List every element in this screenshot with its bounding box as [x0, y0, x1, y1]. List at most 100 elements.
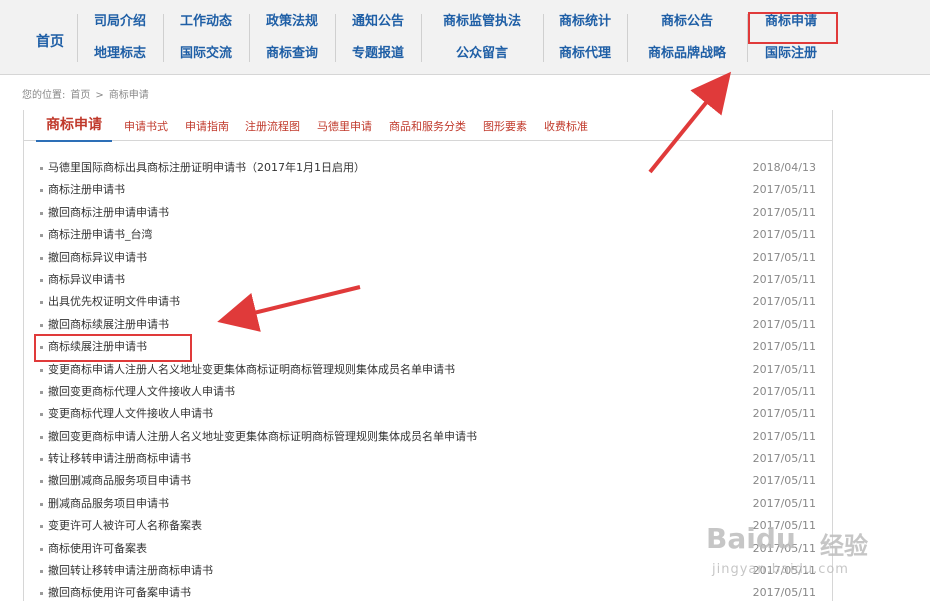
list-item[interactable]: 删减商品服务项目申请书 2017/05/11: [24, 493, 832, 515]
list-item-date: 2017/05/11: [752, 272, 816, 286]
bullet-icon: [40, 256, 43, 260]
bullet-icon: [40, 390, 43, 394]
nav-link-trademark-search[interactable]: 商标查询: [266, 44, 318, 64]
tab-registration-flowchart[interactable]: 注册流程图: [245, 118, 300, 134]
list-item[interactable]: 撤回商标异议申请书 2017/05/11: [24, 247, 832, 269]
tab-figurative-elements[interactable]: 图形要素: [483, 118, 527, 134]
nav-link-enforcement[interactable]: 商标监管执法: [443, 12, 521, 32]
tab-application-guide[interactable]: 申请指南: [185, 118, 229, 134]
list-item-title[interactable]: 撤回商标异议申请书: [48, 247, 147, 269]
nav-home-link[interactable]: 首页: [36, 31, 64, 51]
nav-link-agents[interactable]: 商标代理: [559, 44, 611, 64]
nav-link-work-news[interactable]: 工作动态: [180, 12, 232, 32]
list-item-date: 2017/05/11: [752, 519, 816, 533]
list-item[interactable]: 变更许可人被许可人名称备案表 2017/05/11: [24, 515, 832, 537]
list-item-date: 2017/05/11: [752, 228, 816, 242]
bullet-icon: [40, 211, 43, 215]
tab-madrid-application[interactable]: 马德里申请: [317, 118, 372, 134]
nav-link-notices[interactable]: 通知公告: [352, 12, 404, 32]
nav-link-public-message[interactable]: 公众留言: [456, 44, 508, 64]
list-item[interactable]: 撤回变更商标代理人文件接收人申请书 2017/05/11: [24, 381, 832, 403]
list-item[interactable]: 转让移转申请注册商标申请书 2017/05/11: [24, 448, 832, 470]
tab-goods-services-classification[interactable]: 商品和服务分类: [389, 118, 466, 134]
list-item-title[interactable]: 撤回转让移转申请注册商标申请书: [48, 560, 213, 582]
list-item[interactable]: 撤回商标注册申请申请书 2017/05/11: [24, 202, 832, 224]
list-item-title[interactable]: 撤回商标使用许可备案申请书: [48, 582, 191, 604]
list-item-title[interactable]: 撤回变更商标代理人文件接收人申请书: [48, 381, 235, 403]
bullet-icon: [40, 368, 43, 372]
list-item-title[interactable]: 出具优先权证明文件申请书: [48, 291, 180, 313]
bullet-icon: [40, 301, 43, 305]
list-item[interactable]: 撤回转让移转申请注册商标申请书 2017/05/11: [24, 560, 832, 582]
bullet-icon: [40, 189, 43, 193]
list-item-title[interactable]: 商标注册申请书_台湾: [48, 224, 153, 246]
list-item[interactable]: 撤回变更商标申请人注册人名义地址变更集体商标证明商标管理规则集体成员名单申请书 2…: [24, 426, 832, 448]
nav-link-special-reports[interactable]: 专题报道: [352, 44, 404, 64]
list-item-date: 2017/05/11: [752, 317, 816, 331]
bullet-icon: [40, 323, 43, 327]
nav-link-policy[interactable]: 政策法规: [266, 12, 318, 32]
list-item-date: 2017/05/11: [752, 384, 816, 398]
list-item-date: 2017/05/11: [752, 407, 816, 421]
tab-trademark-application[interactable]: 商标申请: [36, 115, 112, 142]
nav-col-3: 政策法规 商标查询: [250, 12, 334, 64]
bullet-icon: [40, 480, 43, 484]
list-item-title[interactable]: 撤回变更商标申请人注册人名义地址变更集体商标证明商标管理规则集体成员名单申请书: [48, 426, 477, 448]
breadcrumb: 您的位置: 首页 > 商标申请: [22, 86, 154, 101]
bullet-icon: [40, 413, 43, 417]
list-item-title[interactable]: 撤回商标注册申请申请书: [48, 202, 169, 224]
highlight-box-nav: [748, 12, 838, 44]
nav-col-4: 通知公告 专题报道: [336, 12, 420, 64]
tab-fee-schedule[interactable]: 收费标准: [544, 118, 588, 134]
breadcrumb-prefix: 您的位置:: [22, 90, 66, 101]
list-item[interactable]: 撤回删减商品服务项目申请书 2017/05/11: [24, 470, 832, 492]
list-item-title[interactable]: 变更商标代理人文件接收人申请书: [48, 403, 213, 425]
bullet-icon: [40, 592, 43, 596]
list-item-title[interactable]: 撤回删减商品服务项目申请书: [48, 470, 191, 492]
highlight-box-row: [34, 334, 192, 362]
list-item[interactable]: 商标异议申请书 2017/05/11: [24, 269, 832, 291]
breadcrumb-home-link[interactable]: 首页: [70, 90, 90, 101]
list-item-date: 2017/05/11: [752, 541, 816, 555]
list-item-title[interactable]: 撤回商标续展注册申请书: [48, 314, 169, 336]
list-item-date: 2017/05/11: [752, 429, 816, 443]
nav-col-7: 商标公告 商标品牌战略: [628, 12, 746, 64]
nav-link-intl-exchange[interactable]: 国际交流: [180, 44, 232, 64]
nav-col-5: 商标监管执法 公众留言: [422, 12, 542, 64]
nav-link-intl-registration[interactable]: 国际注册: [765, 44, 817, 64]
list-item-title[interactable]: 转让移转申请注册商标申请书: [48, 448, 191, 470]
list-item[interactable]: 变更商标代理人文件接收人申请书 2017/05/11: [24, 403, 832, 425]
list-item-date: 2017/05/11: [752, 496, 816, 510]
bullet-icon: [40, 502, 43, 506]
list-item[interactable]: 撤回商标续展注册申请书 2017/05/11: [24, 314, 832, 336]
nav-link-announcements[interactable]: 商标公告: [661, 12, 713, 32]
bullet-icon: [40, 278, 43, 282]
list-item-date: 2017/05/11: [752, 205, 816, 219]
list-item-title[interactable]: 商标异议申请书: [48, 269, 125, 291]
list-item-title[interactable]: 删减商品服务项目申请书: [48, 493, 169, 515]
list-item-date: 2017/05/11: [752, 183, 816, 197]
list-item[interactable]: 马德里国际商标出具商标注册证明申请书（2017年1月1日启用） 2018/04/1…: [24, 157, 832, 179]
nav-link-about[interactable]: 司局介绍: [94, 12, 146, 32]
list-item-date: 2017/05/11: [752, 586, 816, 600]
list-item[interactable]: 撤回商标使用许可备案申请书 2017/05/11: [24, 582, 832, 604]
document-list: 马德里国际商标出具商标注册证明申请书（2017年1月1日启用） 2018/04/1…: [24, 157, 832, 605]
tab-application-forms[interactable]: 申请书式: [124, 118, 168, 134]
list-item[interactable]: 出具优先权证明文件申请书 2017/05/11: [24, 291, 832, 313]
list-item-title[interactable]: 商标使用许可备案表: [48, 538, 147, 560]
list-item[interactable]: 商标注册申请书_台湾 2017/05/11: [24, 224, 832, 246]
bullet-icon: [40, 547, 43, 551]
list-item-title[interactable]: 马德里国际商标出具商标注册证明申请书（2017年1月1日启用）: [48, 157, 365, 179]
bullet-icon: [40, 234, 43, 238]
nav-link-brand-strategy[interactable]: 商标品牌战略: [648, 44, 726, 64]
bullet-icon: [40, 570, 43, 574]
list-item[interactable]: 商标注册申请书 2017/05/11: [24, 179, 832, 201]
list-item-title[interactable]: 变更许可人被许可人名称备案表: [48, 515, 202, 537]
nav-link-statistics[interactable]: 商标统计: [559, 12, 611, 32]
list-item-title[interactable]: 商标注册申请书: [48, 179, 125, 201]
bullet-icon: [40, 458, 43, 462]
nav-link-geo-marks[interactable]: 地理标志: [94, 44, 146, 64]
list-item[interactable]: 商标使用许可备案表 2017/05/11: [24, 538, 832, 560]
bullet-icon: [40, 525, 43, 529]
list-item-date: 2017/05/11: [752, 362, 816, 376]
